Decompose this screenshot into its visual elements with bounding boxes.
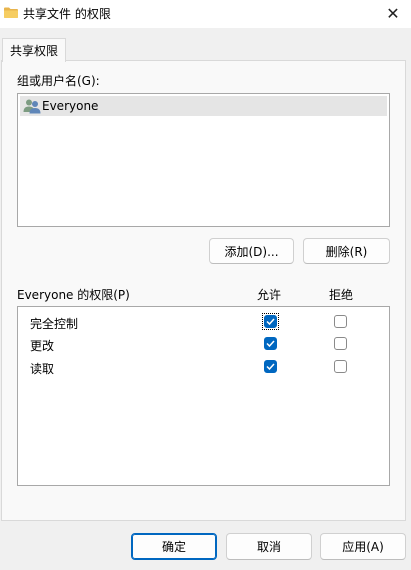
allow-header: 允许 (257, 288, 282, 302)
window-title: 共享文件 的权限 (23, 7, 111, 21)
group-user-list[interactable]: Everyone (17, 93, 390, 227)
remove-button[interactable]: 删除(R) (303, 238, 390, 264)
tab-share-permissions[interactable]: 共享权限 (2, 38, 66, 62)
checkmark-icon (266, 318, 275, 325)
permission-row: 更改 (18, 334, 389, 354)
permission-row: 读取 (18, 357, 389, 377)
add-button[interactable]: 添加(D)... (209, 238, 294, 264)
folder-icon (4, 7, 18, 18)
list-item-label: Everyone (42, 99, 99, 113)
groups-label: 组或用户名(G): (17, 74, 100, 88)
permission-name: 读取 (30, 362, 55, 376)
close-button[interactable]: ✕ (375, 0, 411, 26)
deny-header: 拒绝 (329, 288, 354, 302)
permissions-label: Everyone 的权限(P) (17, 288, 130, 302)
allow-checkbox[interactable] (264, 360, 277, 373)
close-icon: ✕ (386, 3, 400, 23)
permissions-list: 完全控制 更改 读取 (17, 306, 390, 486)
users-icon (23, 99, 41, 114)
cancel-button[interactable]: 取消 (226, 533, 312, 560)
list-item[interactable]: Everyone (20, 96, 387, 116)
title-bar: 共享文件 的权限 ✕ (0, 0, 411, 28)
checkmark-icon (266, 363, 275, 370)
ok-button[interactable]: 确定 (131, 533, 217, 560)
checkmark-icon (266, 340, 275, 347)
deny-checkbox[interactable] (334, 360, 347, 373)
allow-checkbox[interactable] (264, 315, 277, 328)
deny-checkbox[interactable] (334, 315, 347, 328)
permission-name: 更改 (30, 339, 55, 353)
permission-row: 完全控制 (18, 312, 389, 332)
deny-checkbox[interactable] (334, 337, 347, 350)
allow-checkbox[interactable] (264, 337, 277, 350)
tab-strip: 共享权限 (0, 28, 411, 62)
permission-name: 完全控制 (30, 317, 79, 331)
apply-button[interactable]: 应用(A) (320, 533, 406, 560)
